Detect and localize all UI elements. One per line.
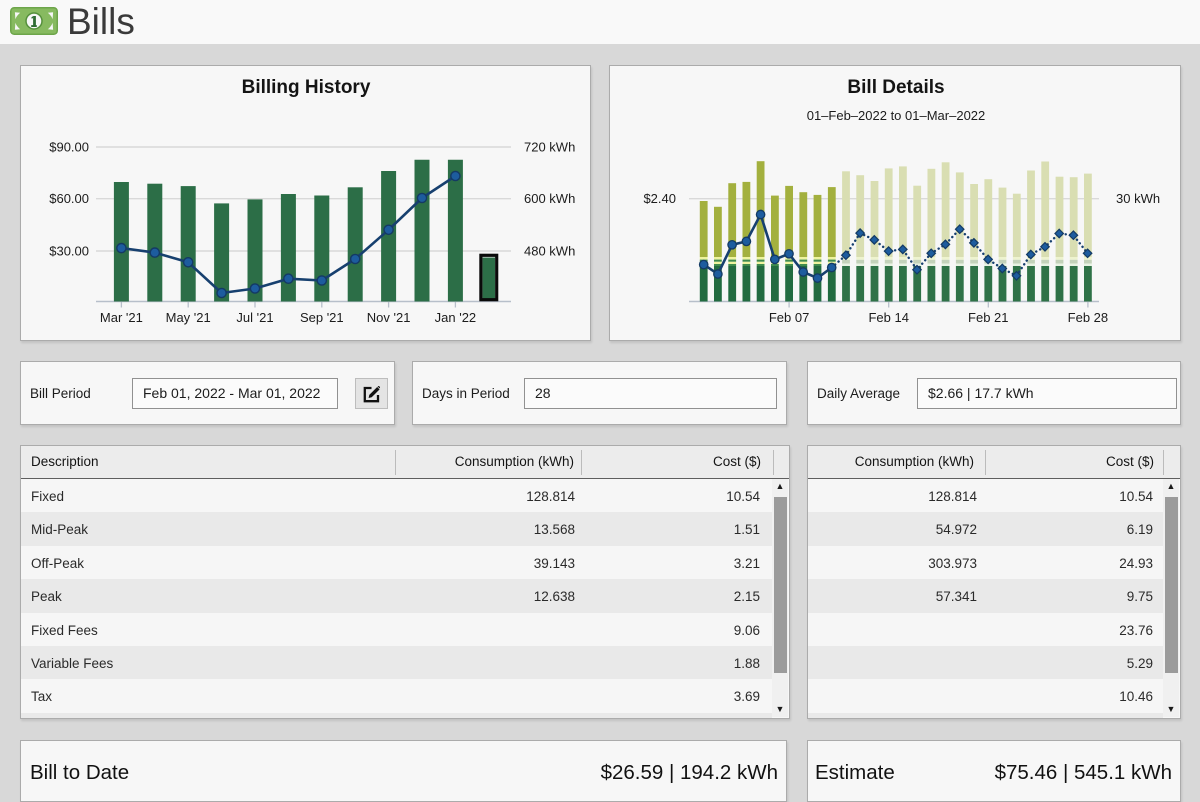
svg-text:Sep '21: Sep '21 bbox=[300, 310, 344, 325]
svg-text:Feb 07: Feb 07 bbox=[769, 310, 809, 325]
svg-text:720 kWh: 720 kWh bbox=[524, 140, 575, 155]
svg-text:Feb 21: Feb 21 bbox=[968, 310, 1008, 325]
svg-text:Billing History: Billing History bbox=[242, 77, 371, 98]
svg-text:May '21: May '21 bbox=[166, 310, 211, 325]
svg-text:$2.40: $2.40 bbox=[643, 191, 676, 206]
svg-text:480 kWh: 480 kWh bbox=[524, 244, 575, 259]
svg-text:01–Feb–2022 to 01–Mar–2022: 01–Feb–2022 to 01–Mar–2022 bbox=[807, 108, 986, 123]
svg-text:Mar '21: Mar '21 bbox=[100, 310, 143, 325]
svg-text:$90.00: $90.00 bbox=[49, 140, 89, 155]
svg-text:Feb 28: Feb 28 bbox=[1068, 310, 1108, 325]
svg-text:Bill Details: Bill Details bbox=[847, 77, 944, 98]
svg-text:30 kWh: 30 kWh bbox=[1116, 191, 1160, 206]
svg-text:Jan '22: Jan '22 bbox=[435, 310, 477, 325]
svg-text:$60.00: $60.00 bbox=[49, 191, 89, 206]
svg-text:Nov '21: Nov '21 bbox=[367, 310, 411, 325]
svg-text:$30.00: $30.00 bbox=[49, 244, 89, 259]
svg-text:Jul '21: Jul '21 bbox=[236, 310, 273, 325]
svg-text:600 kWh: 600 kWh bbox=[524, 191, 575, 206]
svg-text:Feb 14: Feb 14 bbox=[868, 310, 908, 325]
